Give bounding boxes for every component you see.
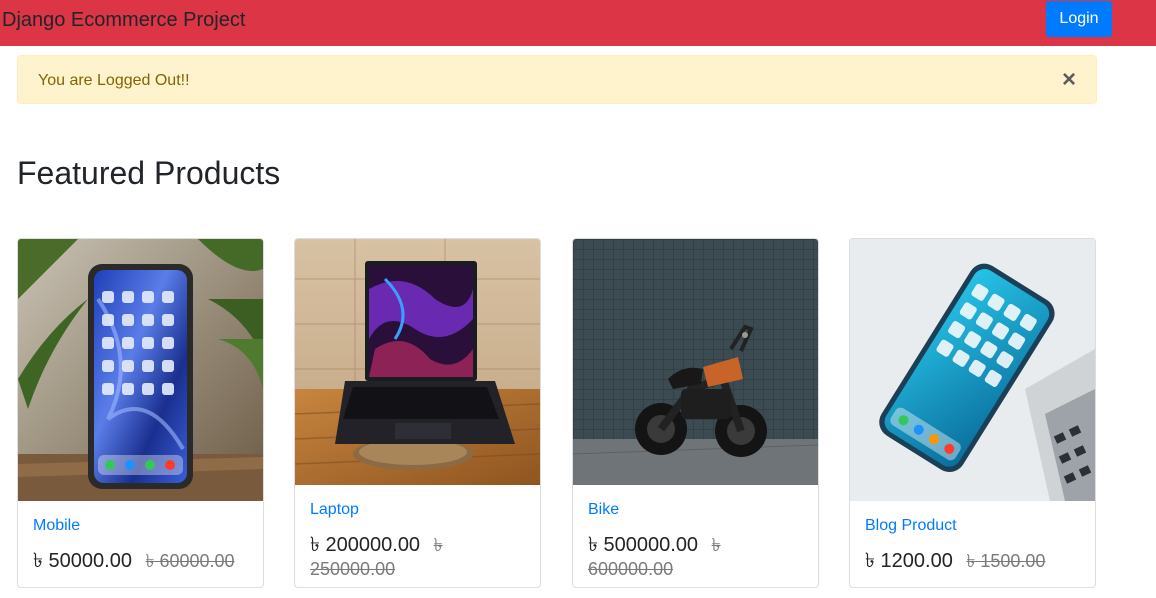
login-button[interactable]: Login <box>1046 1 1112 37</box>
product-title-link[interactable]: Bike <box>588 501 619 519</box>
product-card-mobile[interactable]: Mobile ৳ 50000.00 ৳ 60000.00 <box>17 238 264 588</box>
product-card-body: Blog Product ৳ 1200.00 ৳ 1500.00 <box>850 501 1095 573</box>
product-card-body: Laptop ৳ 200000.00 ৳ 250000.00 <box>295 485 540 581</box>
price-row: ৳ 500000.00 ৳ 600000.00 <box>588 533 803 581</box>
product-title-link[interactable]: Mobile <box>33 517 80 535</box>
product-price: ৳ 50000.00 <box>33 550 132 572</box>
product-title-link[interactable]: Blog Product <box>865 517 957 535</box>
product-image-bike[interactable] <box>573 239 818 485</box>
product-price: ৳ 500000.00 <box>588 534 699 556</box>
logout-alert: You are Logged Out!! × <box>17 55 1097 104</box>
price-row: ৳ 50000.00 ৳ 60000.00 <box>33 549 248 573</box>
product-price: ৳ 200000.00 <box>310 534 421 556</box>
product-image-mobile[interactable] <box>18 239 263 501</box>
product-price: ৳ 1200.00 <box>865 550 953 572</box>
product-image-laptop[interactable] <box>295 239 540 485</box>
brand-title[interactable]: Django Ecommerce Project <box>2 9 245 32</box>
featured-products-heading: Featured Products <box>17 155 281 191</box>
product-card-laptop[interactable]: Laptop ৳ 200000.00 ৳ 250000.00 <box>294 238 541 588</box>
price-row: ৳ 200000.00 ৳ 250000.00 <box>310 533 525 581</box>
navbar: Django Ecommerce Project Login <box>0 0 1156 46</box>
product-card-bike[interactable]: Bike ৳ 500000.00 ৳ 600000.00 <box>572 238 819 588</box>
product-card-body: Mobile ৳ 50000.00 ৳ 60000.00 <box>18 501 263 573</box>
product-old-price: ৳ 60000.00 <box>145 551 235 571</box>
product-title-link[interactable]: Laptop <box>310 501 359 519</box>
product-old-price: ৳ 1500.00 <box>966 551 1046 571</box>
product-card-body: Bike ৳ 500000.00 ৳ 600000.00 <box>573 485 818 581</box>
product-card-blog-product[interactable]: Blog Product ৳ 1200.00 ৳ 1500.00 <box>849 238 1096 588</box>
alert-message: You are Logged Out!! <box>38 72 190 89</box>
price-row: ৳ 1200.00 ৳ 1500.00 <box>865 549 1080 573</box>
close-icon[interactable]: × <box>1062 68 1076 92</box>
product-image-blog-product[interactable] <box>850 239 1095 501</box>
